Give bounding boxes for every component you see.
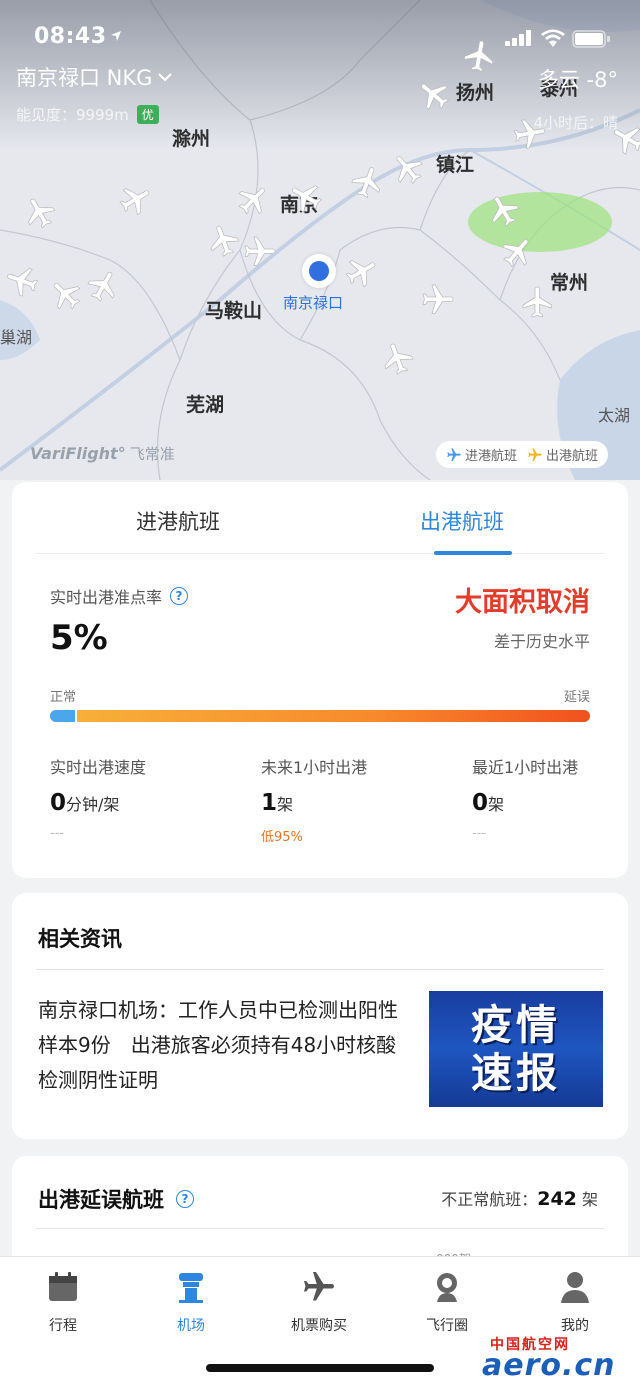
stat-label: 未来1小时出港 [261,758,368,777]
delayed-title-text: 出港延误航班 [38,1188,164,1212]
plane-icon[interactable] [520,284,556,320]
aqi-badge: 优 [136,105,159,124]
visibility-info: 能见度：9999m 优 [16,104,159,125]
airport-selector[interactable]: 南京禄口 NKG [16,62,173,92]
departure-status-card: 进港航班 出港航班 实时出港准点率 ? 5% 大面积取消 差于历史水平 正常 延… [12,482,628,878]
otp-value: 5% [50,618,108,658]
community-icon [437,1273,457,1302]
news-thumb-line2: 速报 [471,1049,561,1097]
plane-icon [304,1272,334,1301]
nav-tickets[interactable]: 机票购买 [269,1269,369,1335]
legend-arrivals-label: 进港航班 [465,449,518,464]
control-tower-icon [179,1273,203,1303]
help-icon[interactable]: ? [176,1190,194,1208]
news-thumb-line1: 疫情 [471,1001,561,1049]
weather-forecast: 4小时后：晴 [533,114,618,132]
nav-label: 机场 [177,1318,205,1334]
news-card: 相关资讯 南京禄口机场：工作人员中已检测出阳性样本9份 出港旅客必须持有48小时… [12,893,628,1139]
history-compare: 差于历史水平 [493,632,590,651]
airport-marker-label: 南京禄口 [283,294,344,312]
clock: 08:43 [34,24,107,49]
airport-marker[interactable] [304,256,334,286]
location-arrow-icon [111,31,121,41]
scale-normal-label: 正常 [50,690,77,705]
stat-departure-speed: 实时出港速度 0分钟/架 --- [50,754,146,841]
watermark-logo: 中国航空网 aero.cn [482,1334,638,1383]
battery-icon [572,30,610,48]
nav-label: 飞行圈 [426,1318,468,1334]
watermark-en: aero.cn [482,1348,616,1383]
scale-delay-label: 延误 [563,690,590,705]
stat-value: 0架 [472,790,505,816]
legend-departures: 出港航班 [527,445,598,464]
divider [36,969,604,970]
map-credit-logo: VariFlight° [30,444,126,463]
signal-icon [505,30,531,46]
tab-departures[interactable]: 出港航班 [320,482,604,553]
city-label: 太湖 [598,406,631,425]
abnormal-count: 不正常航班：242 架 [441,1188,598,1210]
map-credit-cn: 飞常准 [129,445,175,463]
nav-trip[interactable]: 行程 [13,1269,113,1335]
city-label: 镇江 [436,154,475,176]
legend-departures-label: 出港航班 [546,449,599,464]
home-indicator [206,1364,434,1372]
plane-icon [528,447,542,461]
stat-next-hour: 未来1小时出港 1架 低95% [261,754,367,845]
stat-value: 0分钟/架 [50,790,120,816]
stat-label: 实时出港速度 [50,758,147,777]
otp-label: 实时出港准点率 ? [50,584,189,608]
nav-label: 机票购买 [291,1318,347,1334]
tab-arrivals[interactable]: 进港航班 [36,482,320,553]
otp-label-text: 实时出港准点率 [50,588,163,607]
help-icon[interactable]: ? [170,587,189,605]
plane-icon [447,447,461,461]
chevron-down-icon [158,73,173,82]
divider [36,1228,604,1229]
wifi-icon [541,29,565,47]
cancel-status: 大面积取消 [455,587,590,618]
stat-sub: --- [472,826,487,841]
news-headline[interactable]: 南京禄口机场：工作人员中已检测出阳性样本9份 出港旅客必须持有48小时核酸检测阴… [38,993,406,1098]
nav-airport[interactable]: 机场 [141,1269,241,1335]
stat-value: 1架 [261,790,294,816]
nav-label: 我的 [561,1318,589,1334]
plane-icon[interactable] [420,282,456,318]
city-label: 滁州 [172,128,211,150]
delay-bar [50,710,590,722]
delayed-title: 出港延误航班 ? [38,1184,194,1214]
person-icon [561,1272,589,1303]
delay-bar-fill [50,710,77,722]
city-label: 扬州 [456,82,495,104]
stat-sub: --- [50,826,65,841]
tab-indicator [434,551,512,555]
legend-arrivals: 进港航班 [446,445,517,464]
airport-name: 南京禄口 NKG [16,66,153,90]
city-label: 芜湖 [186,394,225,416]
flight-map[interactable]: 扬州 泰州 滁州 镇江 南京 常州 马鞍山 芜湖 太湖 巢湖 南京禄口 08:4… [0,0,640,480]
nav-flight-circle[interactable]: 飞行圈 [397,1269,497,1335]
stat-label: 最近1小时出港 [472,758,579,777]
stat-last-hour: 最近1小时出港 0架 --- [472,754,578,841]
status-bar: 08:43 [0,0,640,60]
nav-label: 行程 [49,1318,77,1334]
news-thumbnail[interactable]: 疫情 速报 [429,991,603,1107]
calendar-icon [49,1272,77,1301]
stat-sub: 低95% [261,830,303,845]
nav-me[interactable]: 我的 [525,1269,625,1335]
city-label: 巢湖 [0,328,33,347]
map-legend: 进港航班 出港航班 [436,441,609,468]
flight-tabs: 进港航班 出港航班 [36,482,604,555]
plane-icon[interactable] [242,234,278,270]
weather-now: 多云 -8° [537,68,618,92]
map-credit: VariFlight° 飞常准 [30,443,175,464]
news-section-title: 相关资讯 [38,927,122,951]
city-label: 马鞍山 [205,300,263,322]
visibility-text: 能见度：9999m [16,106,129,124]
